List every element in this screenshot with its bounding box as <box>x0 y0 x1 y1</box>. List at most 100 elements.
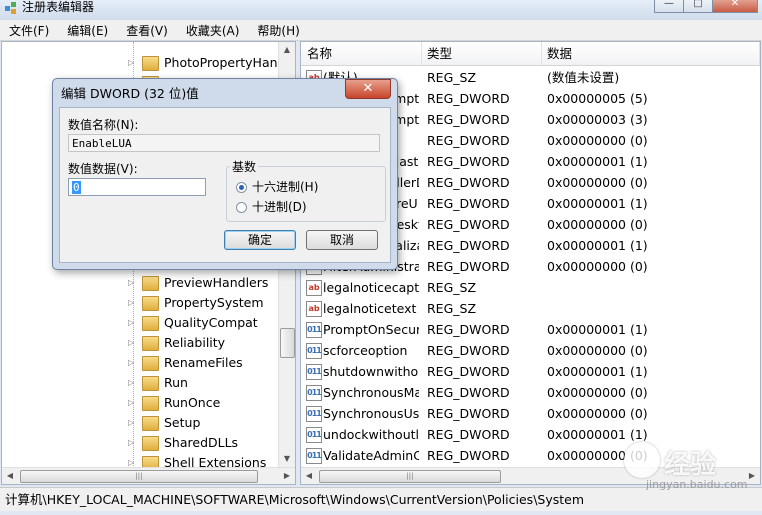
tree-item[interactable]: ▷ QualityCompat <box>2 313 277 333</box>
value-data-input[interactable]: 0 <box>68 178 206 196</box>
dialog-title: 编辑 DWORD (32 位)值 <box>61 86 199 101</box>
tree-item[interactable]: ▷ SharedDLLs <box>2 433 277 453</box>
tree-item[interactable]: ▷ RunOnce <box>2 393 277 413</box>
value-data: 0x00000003 (3) <box>547 112 648 127</box>
dword-value-icon: 011 <box>306 364 322 380</box>
value-type: REG_SZ <box>427 280 477 295</box>
tree-hscroll-thumb[interactable]: ||| <box>20 470 258 483</box>
expand-arrow-icon[interactable]: ▷ <box>128 353 138 373</box>
value-name: scforceoption <box>323 343 408 358</box>
expand-arrow-icon[interactable]: ▷ <box>128 333 138 353</box>
value-data: 0x00000000 (0) <box>547 175 648 190</box>
tree-item[interactable]: ▷ PhotoPropertyHand <box>2 53 285 73</box>
value-type: REG_SZ <box>427 70 477 85</box>
value-row[interactable]: ablegalnoticecaption REG_SZ <box>301 277 760 298</box>
tree-item-label: RunOnce <box>164 395 221 410</box>
value-type: REG_DWORD <box>427 196 510 211</box>
menu-bar: 文件(F) 编辑(E) 查看(V) 收藏夹(A) 帮助(H) <box>0 20 762 41</box>
tree-item-label: SharedDLLs <box>164 435 239 450</box>
value-type: REG_DWORD <box>427 112 510 127</box>
value-name-label: 数值名称(N): <box>68 118 139 132</box>
dword-value-icon: 011 <box>306 427 322 443</box>
expand-arrow-icon[interactable]: ▷ <box>128 373 138 393</box>
dialog-close-button[interactable]: ✕ <box>345 79 391 99</box>
value-row[interactable]: 011SynchronousUserGroupPolicy REG_DWORD 0x… <box>301 403 760 424</box>
expand-arrow-icon[interactable]: ▷ <box>128 433 138 453</box>
cancel-button[interactable]: 取消 <box>306 230 378 250</box>
value-data: 0x00000001 (1) <box>547 196 648 211</box>
expand-arrow-icon[interactable]: ▷ <box>128 53 138 73</box>
value-row[interactable]: 011shutdownwithoutlogon REG_DWORD 0x000000… <box>301 361 760 382</box>
value-type: REG_DWORD <box>427 133 510 148</box>
dword-value-icon: 011 <box>306 322 322 338</box>
expand-arrow-icon[interactable]: ▷ <box>128 313 138 333</box>
value-type: REG_DWORD <box>427 322 510 337</box>
value-name: legalnoticetext <box>323 301 417 316</box>
expand-arrow-icon[interactable]: ▷ <box>128 273 138 293</box>
value-data: 0x00000000 (0) <box>547 259 648 274</box>
value-row[interactable]: ab legalnoticetext REG_SZ <box>301 298 760 319</box>
menu-edit[interactable]: 编辑(E) <box>58 22 117 39</box>
folder-icon <box>142 436 159 451</box>
value-row[interactable]: 011PromptOnSecureDesktop REG_DWORD 0x00000… <box>301 319 760 340</box>
value-name: SynchronousUserGroupPolicy <box>323 406 419 421</box>
value-name: ValidateAdminCodeSignatures <box>323 448 419 463</box>
scroll-down-arrow-icon[interactable]: ▼ <box>279 451 295 467</box>
value-name: legalnoticecaption <box>323 280 419 295</box>
tree-item[interactable]: ▷ Run <box>2 373 277 393</box>
menu-favorites[interactable]: 收藏夹(A) <box>177 22 249 39</box>
expand-arrow-icon[interactable]: ▷ <box>128 413 138 433</box>
value-data: 0x00000000 (0) <box>547 385 648 400</box>
tree-item-label: PreviewHandlers <box>164 275 269 290</box>
scroll-left-arrow-icon[interactable]: ◀ <box>2 468 18 484</box>
value-data: 0x00000001 (1) <box>547 238 648 253</box>
tree-item[interactable]: ▷ Reliability <box>2 333 277 353</box>
minimize-button[interactable]: — <box>654 0 684 13</box>
tree-item[interactable]: ▷ PreviewHandlers <box>2 273 277 293</box>
tree-horizontal-scrollbar[interactable]: ◀ ||| ▶ <box>2 467 295 484</box>
expand-arrow-icon[interactable]: ▷ <box>128 293 138 313</box>
value-data: 0x00000000 (0) <box>547 406 648 421</box>
value-data: 0x00000000 (0) <box>547 343 648 358</box>
watermark-main-text: 经验 <box>664 450 717 480</box>
list-hscroll-thumb[interactable]: ||| <box>319 470 501 483</box>
column-type[interactable]: 类型 <box>421 42 542 65</box>
dec-radio-label[interactable]: 十进制(D) <box>252 198 307 215</box>
ok-button[interactable]: 确定 <box>224 230 296 250</box>
string-value-icon: ab <box>306 301 322 317</box>
column-name[interactable]: 名称 <box>301 42 422 65</box>
value-data: 0x00000001 (1) <box>547 154 648 169</box>
value-type: REG_DWORD <box>427 238 510 253</box>
hex-radio[interactable] <box>236 182 247 193</box>
scroll-left-arrow-icon[interactable]: ◀ <box>301 468 317 484</box>
scroll-up-arrow-icon[interactable]: ▲ <box>279 42 295 58</box>
hex-radio-label[interactable]: 十六进制(H) <box>252 178 318 195</box>
tree-scroll-thumb[interactable] <box>280 328 295 358</box>
registry-editor-icon <box>5 2 16 14</box>
value-row[interactable]: 011SynchronousMachineGroupPolicy REG_DWOR… <box>301 382 760 403</box>
dec-radio[interactable] <box>236 202 247 213</box>
value-data: (数值未设置) <box>547 70 620 85</box>
menu-file[interactable]: 文件(F) <box>0 22 58 39</box>
expand-arrow-icon[interactable]: ▷ <box>128 393 138 413</box>
value-row[interactable]: 011 scforceoption REG_DWORD 0x00000000 (0) <box>301 340 760 361</box>
tree-item[interactable]: ▷ Setup <box>2 413 277 433</box>
close-button[interactable]: ✕ <box>712 0 758 13</box>
value-data: 0x00000000 (0) <box>547 217 648 232</box>
value-type: REG_DWORD <box>427 259 510 274</box>
tree-item[interactable]: ▷ PropertySystem <box>2 293 277 313</box>
paw-logo-icon <box>624 442 660 478</box>
tree-item[interactable]: ▷ RenameFiles <box>2 353 277 373</box>
scroll-right-arrow-icon[interactable]: ▶ <box>279 468 295 484</box>
menu-help[interactable]: 帮助(H) <box>248 22 308 39</box>
maximize-button[interactable]: □ <box>683 0 713 13</box>
value-name-field: EnableLUA <box>68 134 380 152</box>
column-data[interactable]: 数据 <box>541 42 760 65</box>
folder-icon <box>142 356 159 371</box>
string-value-icon: ab <box>306 280 322 296</box>
tree-item-label: QualityCompat <box>164 315 258 330</box>
value-type: REG_DWORD <box>427 385 510 400</box>
edit-dword-dialog: 编辑 DWORD (32 位)值 ✕ 数值名称(N): EnableLUA 数值… <box>52 78 398 270</box>
menu-view[interactable]: 查看(V) <box>117 22 177 39</box>
folder-icon <box>142 336 159 351</box>
